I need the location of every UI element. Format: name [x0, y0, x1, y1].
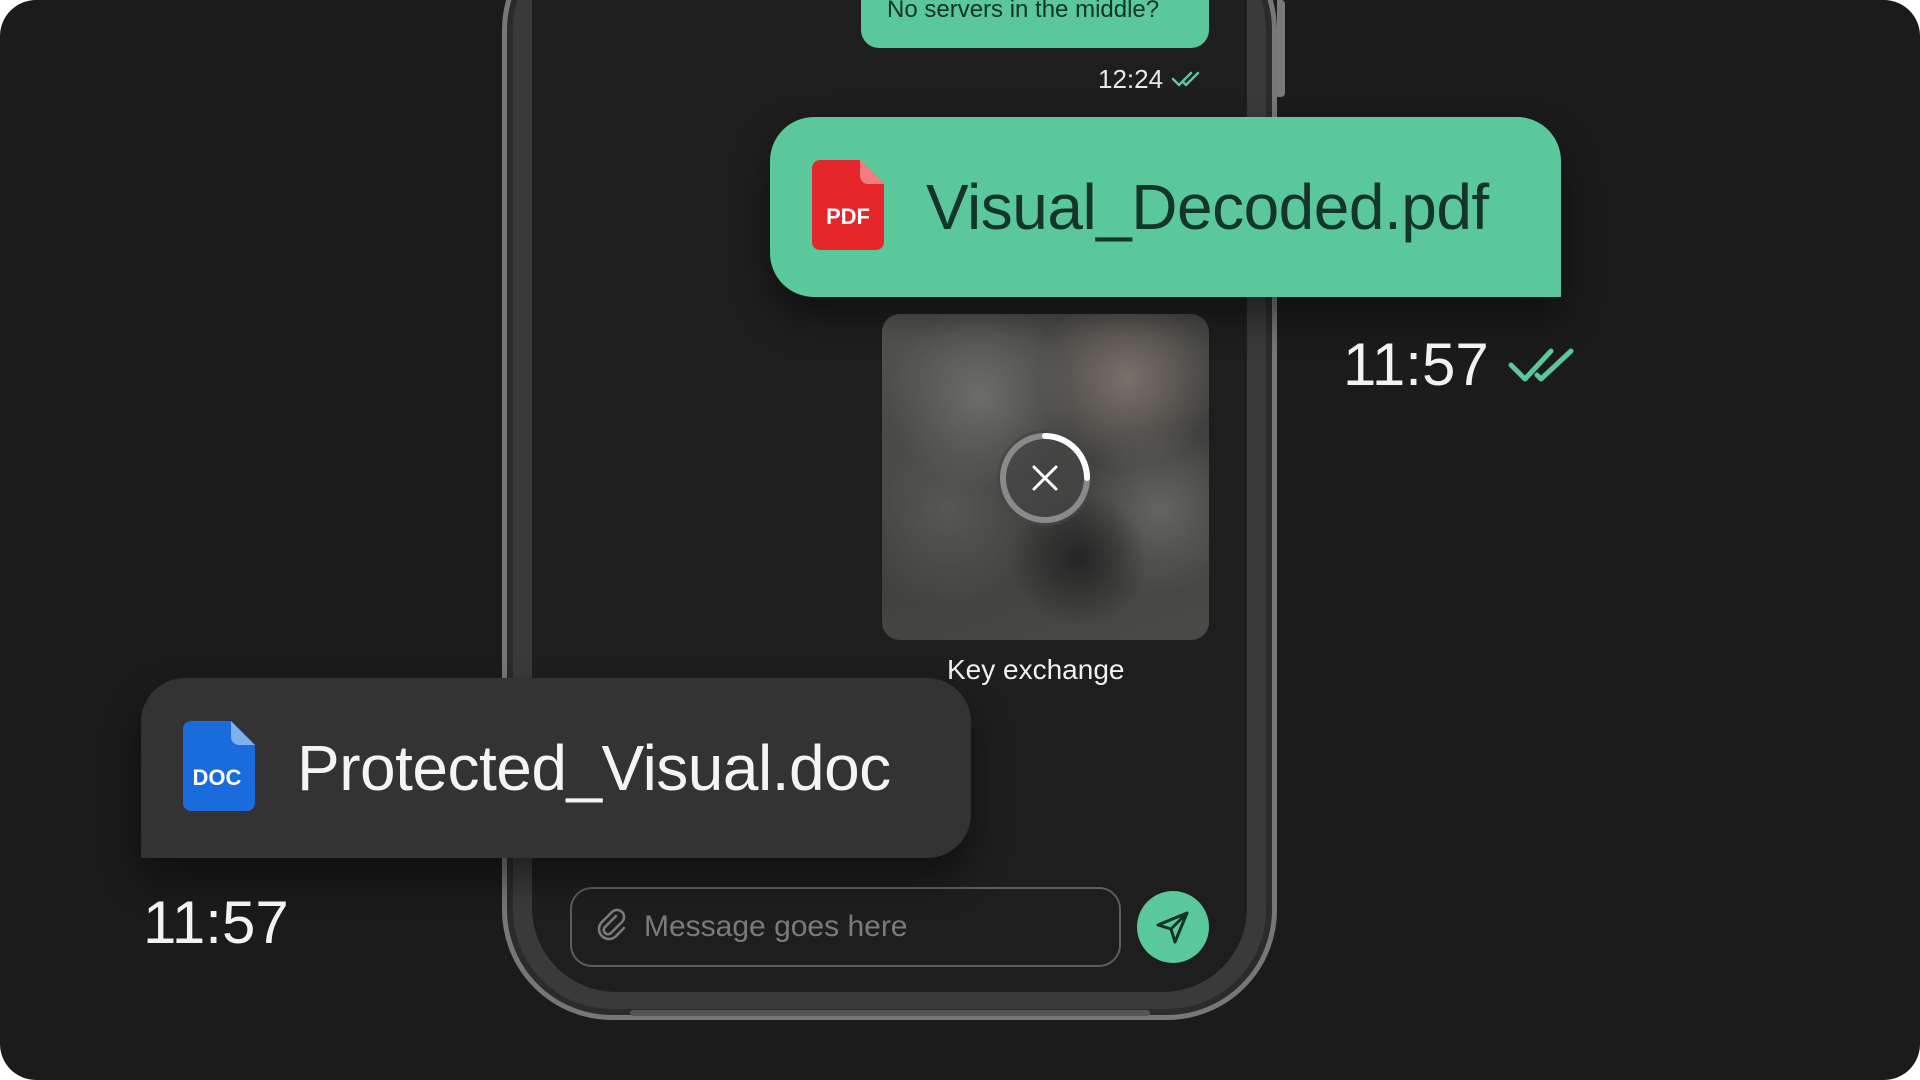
pdf-file-message[interactable]: PDF Visual_Decoded.pdf [770, 117, 1561, 297]
doc-file-icon: DOC [183, 720, 255, 816]
message-timestamp: 12:24 [1098, 64, 1205, 95]
double-check-icon [1171, 64, 1205, 95]
cancel-download-button[interactable] [997, 430, 1093, 526]
pdf-message-timestamp: 11:57 [1343, 330, 1577, 399]
doc-file-message[interactable]: DOC Protected_Visual.doc [141, 678, 971, 858]
doc-file-name: Protected_Visual.doc [297, 732, 891, 804]
message-composer[interactable] [570, 887, 1121, 967]
send-icon [1156, 911, 1189, 944]
pdf-file-name: Visual_Decoded.pdf [926, 171, 1489, 243]
outgoing-message-bubble[interactable]: No servers in the middle? [861, 0, 1209, 48]
timestamp-text: 12:24 [1098, 64, 1164, 94]
phone-side-button [1277, 0, 1285, 97]
doc-message-timestamp: 11:57 [143, 889, 289, 956]
paperclip-icon[interactable] [594, 907, 630, 948]
background-card: No servers in the middle? 12:24 Key exch… [0, 0, 1920, 1080]
double-check-icon [1507, 330, 1577, 399]
media-attachment-loading[interactable] [882, 314, 1209, 640]
media-caption: Key exchange [947, 654, 1125, 685]
phone-bottom-edge [630, 1010, 1150, 1016]
send-button[interactable] [1137, 891, 1209, 963]
timestamp-text: 11:57 [1343, 331, 1489, 398]
svg-text:DOC: DOC [193, 765, 242, 790]
close-icon [1032, 465, 1058, 491]
svg-text:PDF: PDF [826, 204, 870, 229]
message-text: No servers in the middle? [887, 0, 1160, 23]
pdf-file-icon: PDF [812, 159, 884, 255]
message-input[interactable] [644, 910, 1084, 944]
